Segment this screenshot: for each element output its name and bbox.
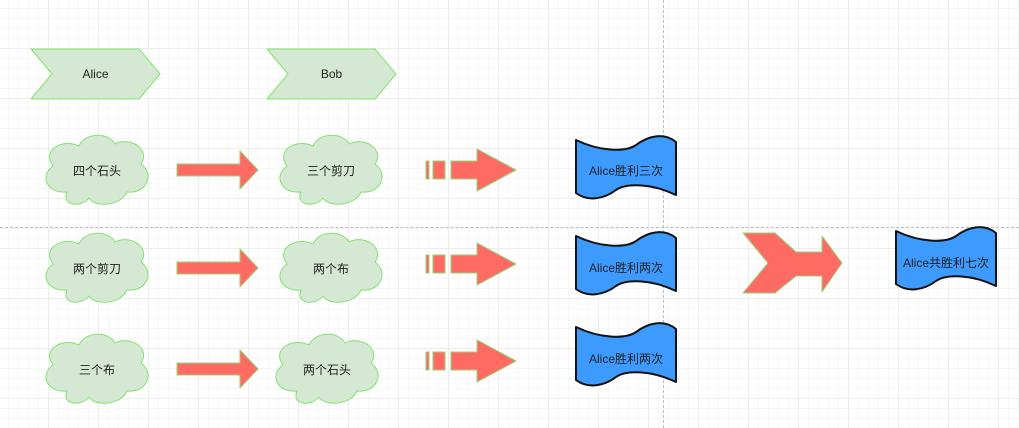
arrow-right-round-3[interactable] (176, 349, 259, 389)
striped-arrow-round-3[interactable] (425, 339, 517, 383)
cloud-alice-round-3[interactable] (45, 333, 149, 404)
merge-arrow[interactable] (742, 232, 843, 294)
cloud-bob-round-2[interactable] (279, 232, 383, 303)
cloud-bob-round-1[interactable] (279, 134, 383, 205)
result-tape-round-3[interactable] (575, 322, 677, 387)
result-tape-round-1[interactable] (575, 135, 677, 200)
cloud-alice-round-2[interactable] (45, 232, 149, 303)
player-chevron-alice[interactable] (30, 48, 161, 100)
striped-arrow-round-2[interactable] (425, 242, 517, 286)
diagram-canvas (30, 48, 997, 404)
player-chevron-bob[interactable] (266, 48, 397, 100)
cloud-alice-round-1[interactable] (45, 134, 149, 205)
total-tape[interactable] (895, 226, 997, 291)
striped-arrow-round-1[interactable] (425, 148, 517, 192)
cloud-bob-round-3[interactable] (275, 333, 379, 404)
arrow-right-round-1[interactable] (176, 150, 259, 190)
result-tape-round-2[interactable] (575, 231, 677, 296)
arrow-right-round-2[interactable] (176, 248, 259, 288)
